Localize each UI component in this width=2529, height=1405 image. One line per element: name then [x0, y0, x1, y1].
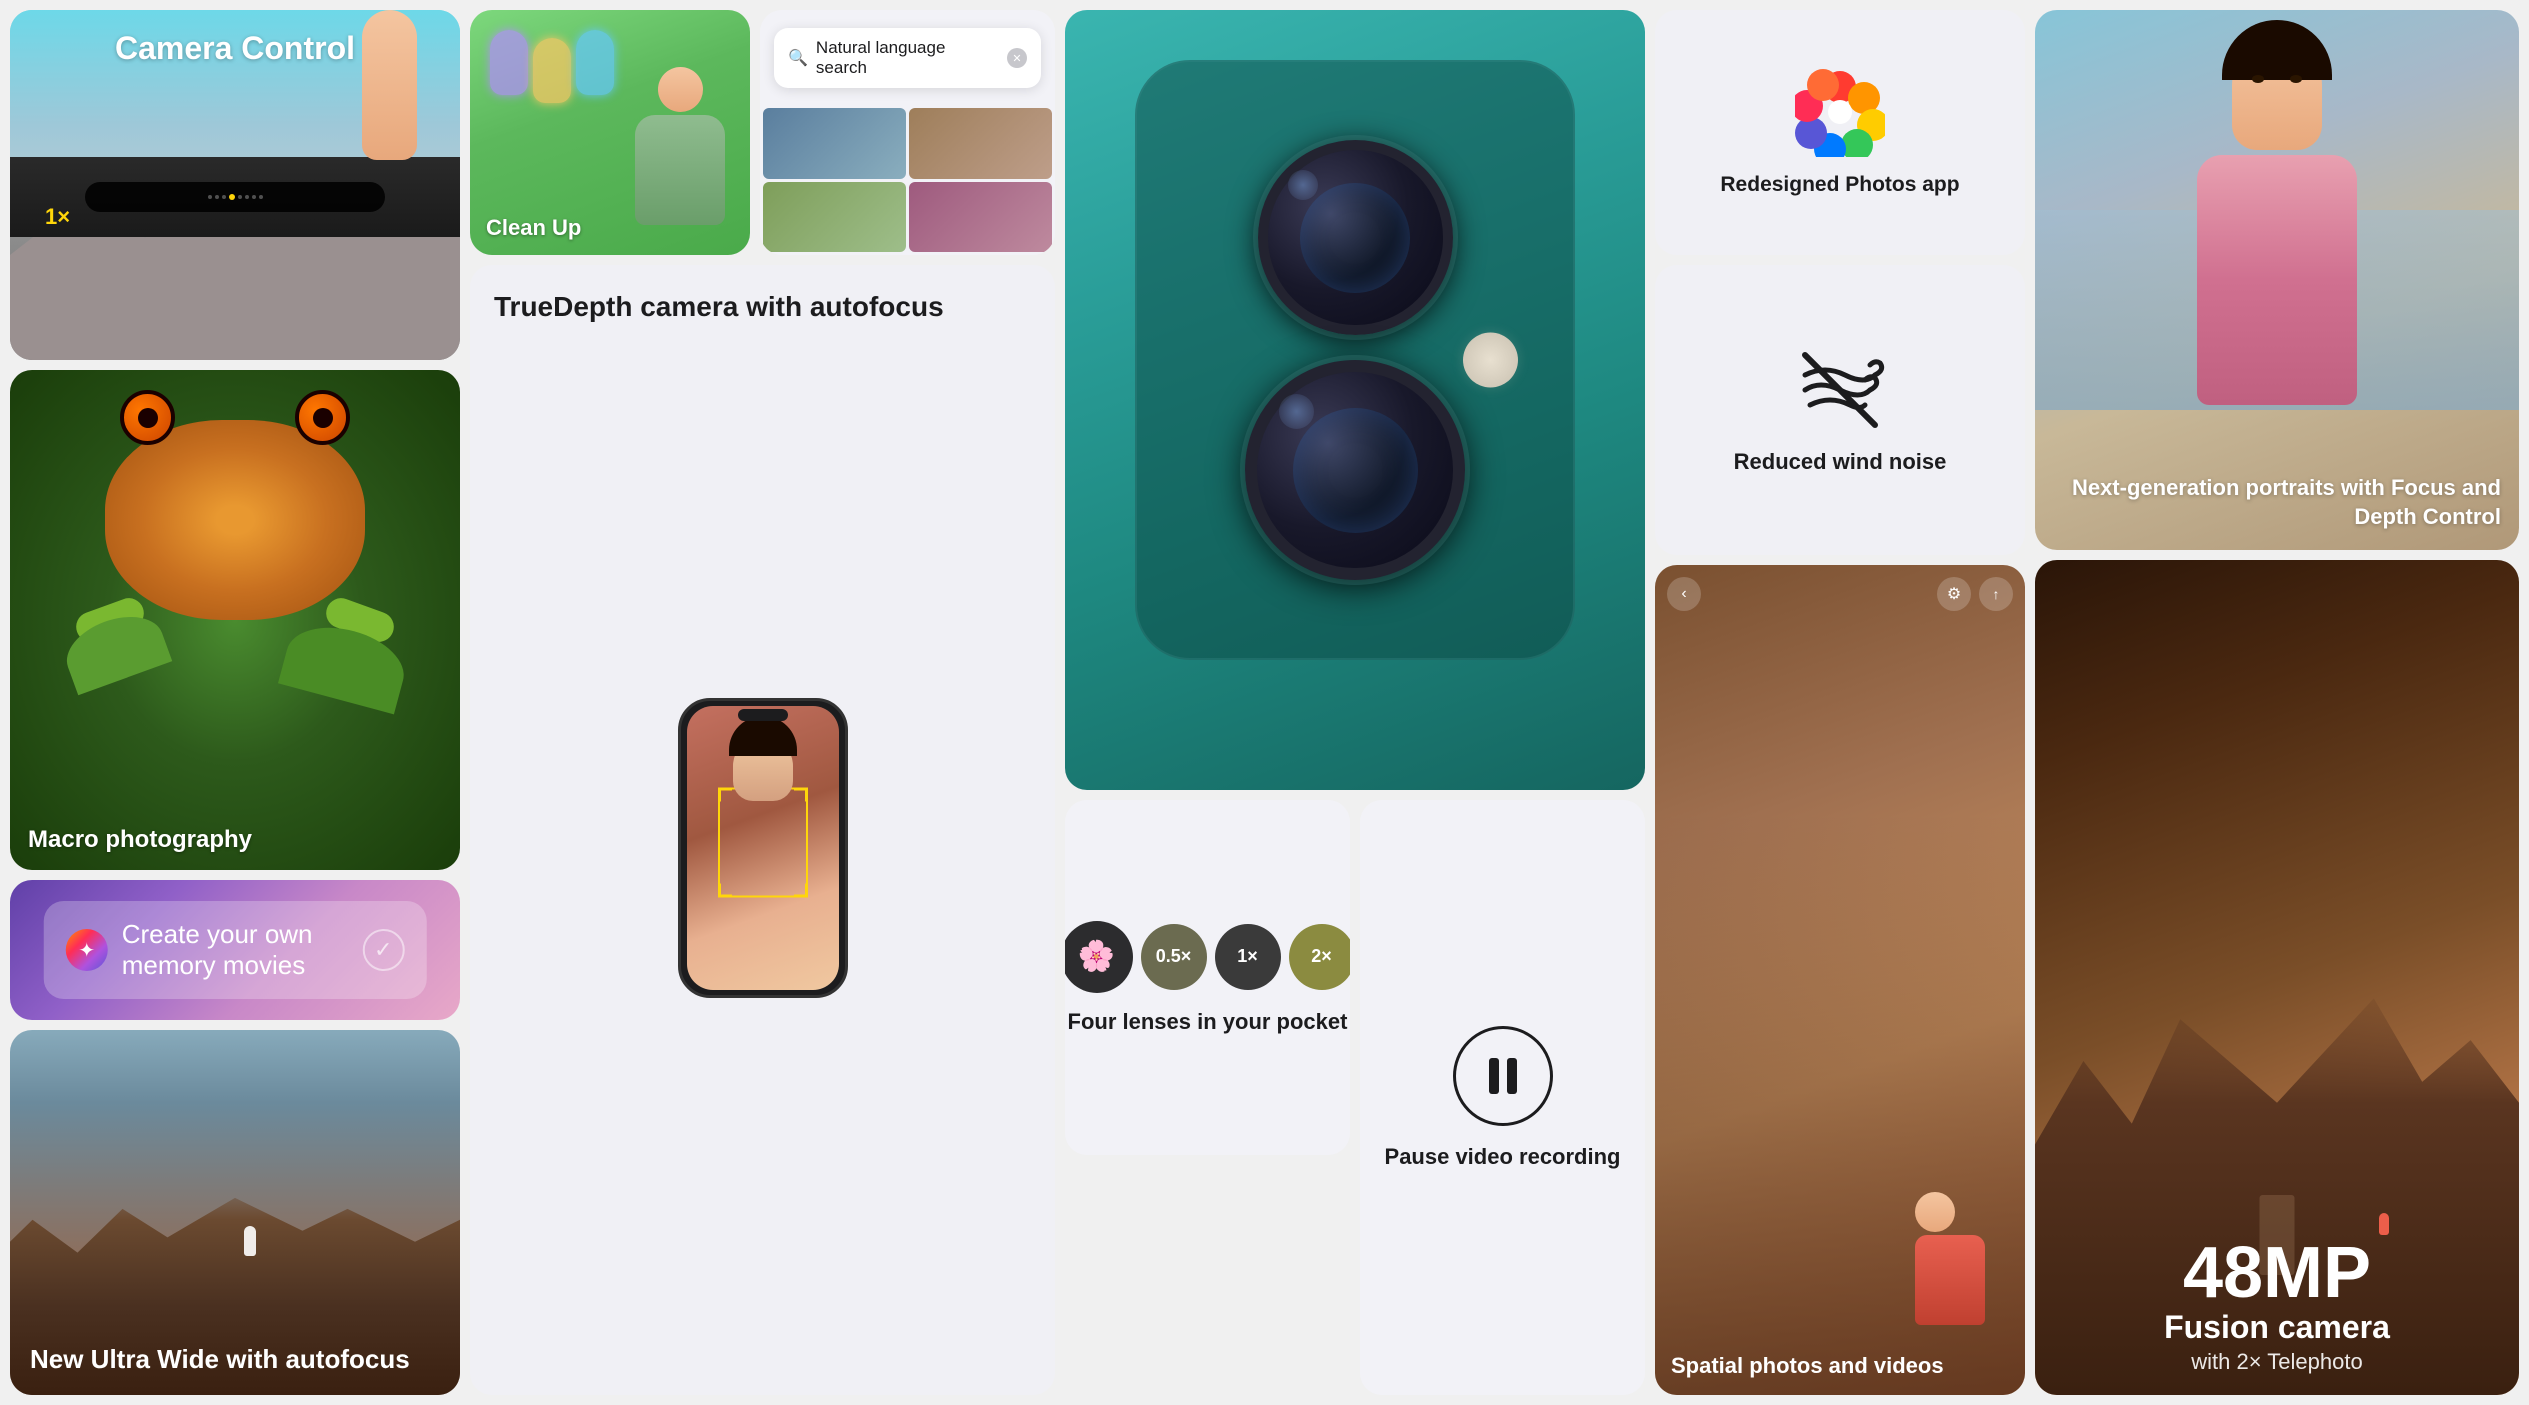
- wind-noise-icon: [1795, 345, 1885, 435]
- redesigned-photos-label: Redesigned Photos app: [1720, 171, 1959, 198]
- natural-search-card: 🔍 Natural language search ✕: [760, 10, 1055, 255]
- portrait-woman-card: Next-generation portraits with Focus and…: [2035, 10, 2519, 550]
- four-lenses-card: 🌸 0.5× 1× 2× Four lenses in your pocket: [1065, 800, 1350, 1155]
- photos-app-icon: [1795, 67, 1885, 157]
- lens-buttons-group: 🌸 0.5× 1× 2×: [1065, 921, 1350, 993]
- camera-control-card: 1× Camera Control: [10, 10, 460, 360]
- pause-button[interactable]: [1453, 1026, 1553, 1126]
- lens-flower-btn[interactable]: 🌸: [1065, 921, 1133, 993]
- fusion-title: Fusion camera: [2059, 1307, 2495, 1349]
- fusion-number: 48MP: [2059, 1239, 2495, 1307]
- fusion-subtitle: with 2× Telephoto: [2059, 1349, 2495, 1375]
- wind-noise-label: Reduced wind noise: [1734, 449, 1947, 475]
- portrait-label: Next-generation portraits with Focus and…: [2053, 473, 2501, 532]
- truedepth-card: TrueDepth camera with autofocus: [470, 265, 1055, 1395]
- lens-one-btn[interactable]: 1×: [1215, 924, 1281, 990]
- pause-recording-label: Pause video recording: [1385, 1144, 1621, 1170]
- memory-check: ✓: [362, 929, 404, 971]
- spatial-settings-btn[interactable]: ⚙: [1937, 577, 1971, 611]
- pause-recording-card: Pause video recording: [1360, 800, 1645, 1395]
- macro-label: Macro photography: [28, 826, 252, 854]
- iphone-center-card: [1065, 10, 1645, 790]
- memory-icon: ✦: [66, 929, 108, 971]
- four-lenses-label: Four lenses in your pocket: [1068, 1009, 1348, 1035]
- clean-up-card: Clean Up: [470, 10, 750, 255]
- wind-noise-card: Reduced wind noise: [1655, 265, 2025, 555]
- memory-movies-card: ✦ Create your own memory movies ✓: [10, 880, 460, 1020]
- spatial-photos-card: ‹ ⚙ ↑ Spatial photos and videos: [1655, 565, 2025, 1395]
- lens-half-btn[interactable]: 0.5×: [1141, 924, 1207, 990]
- ultra-wide-label: New Ultra Wide with autofocus: [30, 1344, 410, 1375]
- spatial-label: Spatial photos and videos: [1671, 1353, 1944, 1379]
- redesigned-photos-card: Redesigned Photos app: [1655, 10, 2025, 255]
- search-input-text: Natural language search: [816, 38, 999, 78]
- ultra-wide-card: New Ultra Wide with autofocus: [10, 1030, 460, 1395]
- spatial-share-btn[interactable]: ↑: [1979, 577, 2013, 611]
- macro-photography-card: Macro photography: [10, 370, 460, 870]
- lens-two-btn[interactable]: 2×: [1289, 924, 1351, 990]
- memory-text: Create your own memory movies: [122, 919, 349, 981]
- clean-up-label: Clean Up: [486, 215, 581, 241]
- fusion-camera-card: 48MP Fusion camera with 2× Telephoto: [2035, 560, 2519, 1395]
- zoom-indicator: 1×: [45, 204, 70, 230]
- spatial-back-btn[interactable]: ‹: [1667, 577, 1701, 611]
- camera-control-title: Camera Control: [115, 30, 355, 67]
- truedepth-title: TrueDepth camera with autofocus: [494, 289, 1031, 325]
